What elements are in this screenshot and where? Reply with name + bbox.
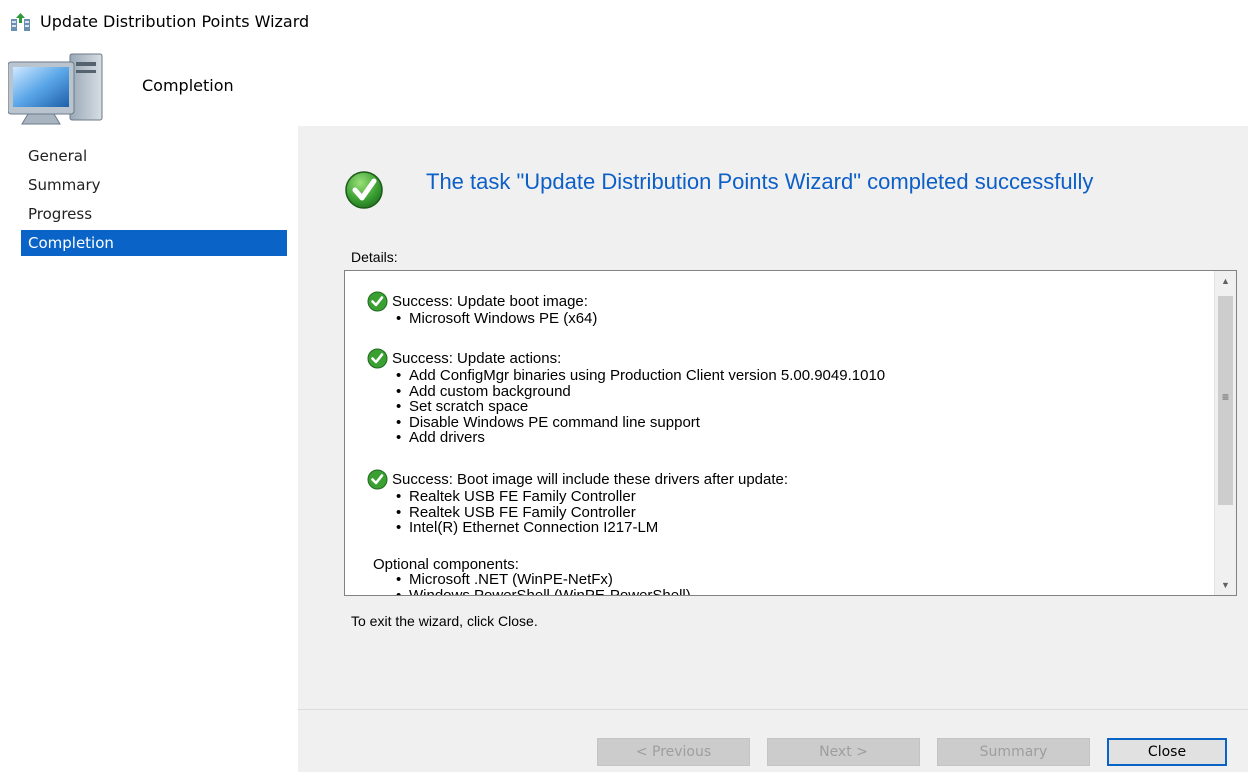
exit-instruction: To exit the wizard, click Close. — [351, 613, 538, 629]
detail-group-update-actions: Success: Update actions: Add ConfigMgr b… — [367, 348, 885, 446]
detail-group-optional: Optional components: Microsoft .NET (Win… — [345, 557, 691, 596]
window-titlebar: Update Distribution Points Wizard — [0, 0, 1248, 44]
detail-item: Disable Windows PE command line support — [395, 415, 885, 431]
scroll-down-arrow-icon[interactable]: ▼ — [1215, 575, 1236, 595]
nav-item-completion[interactable]: Completion — [21, 230, 287, 256]
detail-item: Windows PowerShell (WinPE-PowerShell) — [395, 588, 691, 596]
success-check-icon — [367, 348, 388, 368]
detail-item: Intel(R) Ethernet Connection I217-LM — [395, 520, 788, 536]
detail-item: Realtek USB FE Family Controller — [395, 505, 788, 521]
detail-item: Add ConfigMgr binaries using Production … — [395, 368, 885, 384]
details-label: Details: — [351, 249, 398, 265]
success-check-icon — [367, 469, 388, 489]
detail-item: Set scratch space — [395, 399, 885, 415]
wizard-steps-nav: General Summary Progress Completion — [0, 126, 298, 771]
nav-item-summary[interactable]: Summary — [21, 172, 287, 198]
main-panel: The task "Update Distribution Points Wiz… — [298, 126, 1248, 772]
detail-heading: Success: Update actions: — [392, 349, 562, 367]
detail-item: Realtek USB FE Family Controller — [395, 489, 788, 505]
scroll-up-arrow-icon[interactable]: ▲ — [1215, 271, 1236, 291]
detail-item: Microsoft .NET (WinPE-NetFx) — [395, 572, 691, 588]
success-check-icon — [345, 171, 383, 209]
details-scrollbar[interactable]: ▲ ≡ ▼ — [1214, 271, 1236, 595]
nav-item-general[interactable]: General — [21, 143, 287, 169]
scrollbar-thumb[interactable]: ≡ — [1218, 296, 1233, 505]
detail-group-boot-image: Success: Update boot image: Microsoft Wi… — [367, 291, 597, 327]
details-textbox[interactable]: Success: Update boot image: Microsoft Wi… — [344, 270, 1237, 596]
wizard-app-icon — [11, 13, 30, 31]
button-bar: < Previous Next > Summary Close — [298, 709, 1248, 772]
nav-item-progress[interactable]: Progress — [21, 201, 287, 227]
success-check-icon — [367, 291, 388, 311]
completion-message: The task "Update Distribution Points Wiz… — [426, 169, 1094, 194]
detail-item: Add custom background — [395, 384, 885, 400]
window-title: Update Distribution Points Wizard — [40, 12, 310, 31]
detail-heading: Success: Update boot image: — [392, 292, 588, 310]
wizard-banner: Completion — [0, 44, 1248, 126]
detail-group-drivers: Success: Boot image will include these d… — [367, 469, 788, 536]
page-title: Completion — [142, 76, 234, 95]
computer-icon — [8, 53, 103, 125]
summary-button[interactable]: Summary — [937, 738, 1090, 766]
previous-button[interactable]: < Previous — [597, 738, 750, 766]
close-button[interactable]: Close — [1107, 738, 1227, 766]
next-button[interactable]: Next > — [767, 738, 920, 766]
optional-components-label: Optional components: — [373, 556, 519, 573]
detail-heading: Success: Boot image will include these d… — [392, 470, 789, 488]
detail-item: Add drivers — [395, 430, 885, 446]
detail-item: Microsoft Windows PE (x64) — [395, 311, 597, 327]
grip-icon: ≡ — [1222, 390, 1230, 404]
